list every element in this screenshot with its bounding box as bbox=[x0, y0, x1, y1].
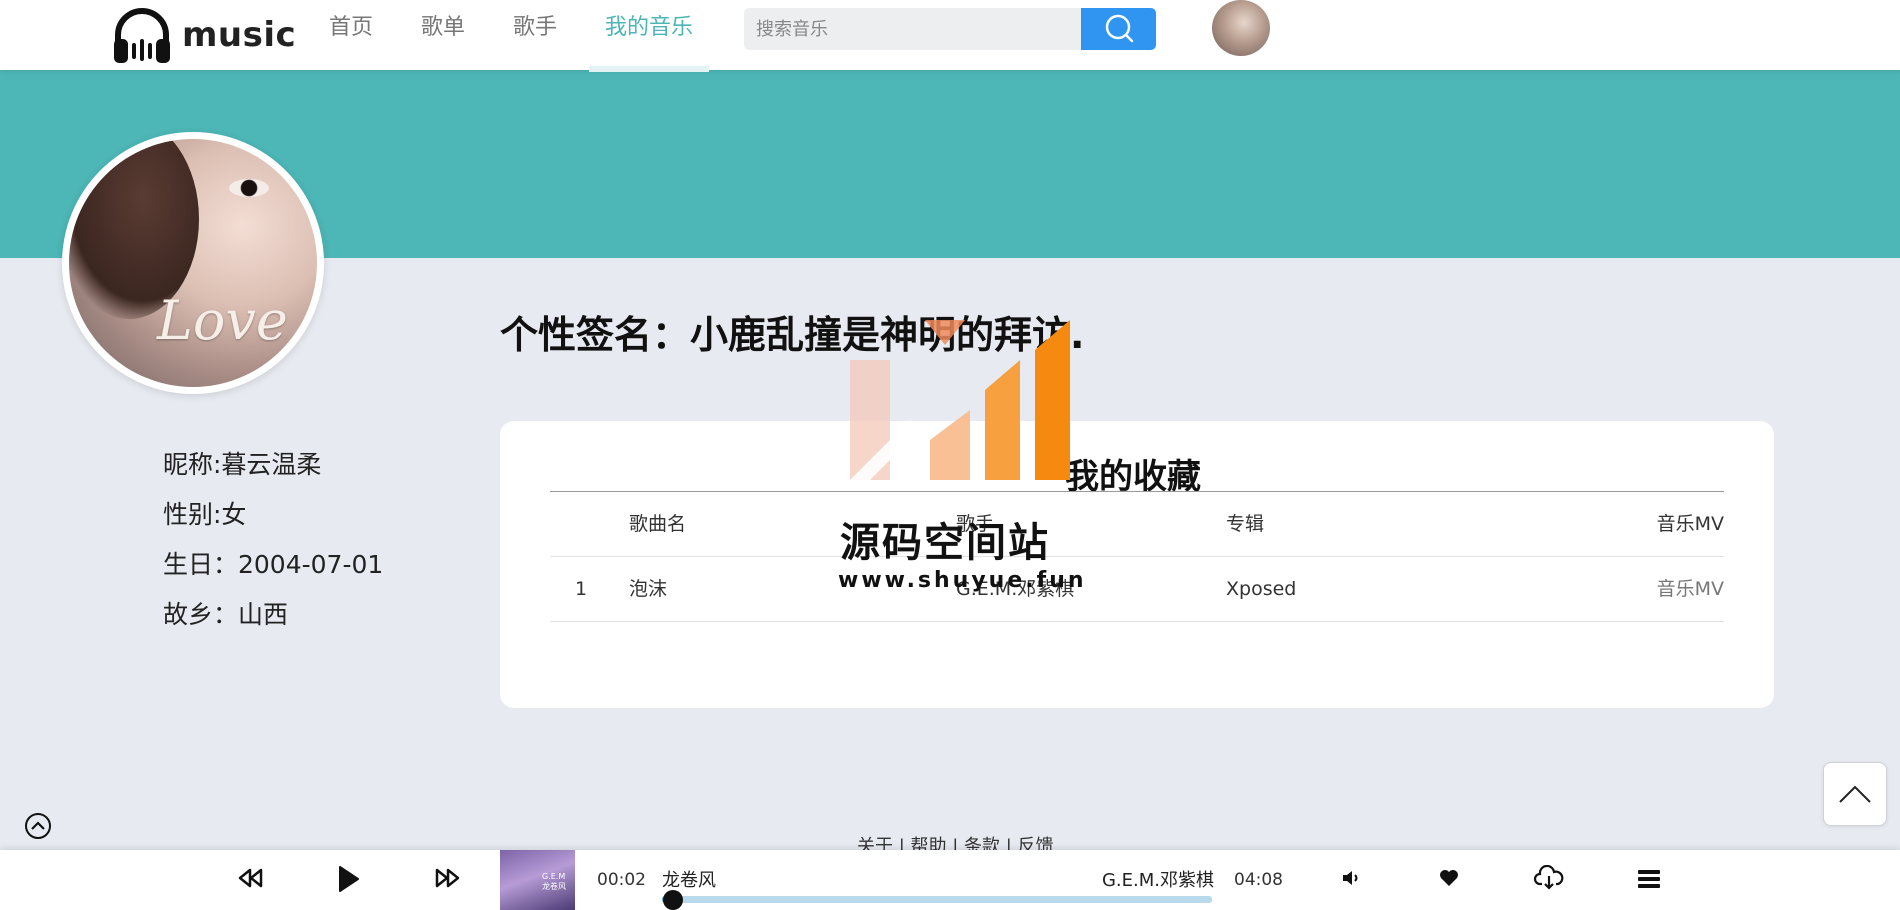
col-album: 专辑 bbox=[1226, 513, 1265, 535]
song-title: 龙卷风 bbox=[662, 870, 716, 891]
favorites-card: 我的收藏 歌曲名 歌手 专辑 音乐MV 1 泡沫 G.E.M.邓紫棋 Xpose… bbox=[500, 421, 1774, 708]
total-time: 04:08 bbox=[1234, 870, 1283, 890]
progress-handle[interactable] bbox=[663, 890, 683, 910]
volume-icon bbox=[1343, 871, 1358, 885]
scroll-up-button[interactable] bbox=[24, 812, 52, 844]
volume-button[interactable] bbox=[1340, 867, 1362, 889]
rewind-icon bbox=[238, 868, 263, 888]
nav-playlists[interactable]: 歌单 bbox=[397, 0, 489, 70]
playlist-button[interactable] bbox=[1637, 868, 1661, 890]
signature: 个性签名：小鹿乱撞是神明的拜访. bbox=[500, 313, 1085, 357]
music-player: G.E.M 龙卷风 00:02 龙卷风 G.E.M.邓紫棋 04:08 bbox=[0, 850, 1900, 910]
current-time: 00:02 bbox=[597, 870, 646, 890]
headphones-icon bbox=[114, 8, 170, 63]
profile-info: 昵称:暮云温柔 性别:女 生日：2004-07-01 故乡：山西 bbox=[163, 440, 383, 640]
search-button[interactable] bbox=[1081, 8, 1156, 50]
song-artist: G.E.M.邓紫棋 bbox=[1101, 870, 1214, 891]
progress-bar[interactable] bbox=[662, 890, 1212, 910]
col-song-name: 歌曲名 bbox=[629, 513, 687, 535]
fast-forward-icon bbox=[435, 868, 460, 888]
main-nav: 首页 歌单 歌手 我的音乐 bbox=[305, 0, 717, 72]
logo[interactable]: music bbox=[110, 0, 296, 70]
user-avatar[interactable] bbox=[1212, 0, 1270, 56]
profile-photo: Love bbox=[69, 139, 317, 387]
chevron-up-icon bbox=[1839, 785, 1871, 803]
logo-text: music bbox=[182, 15, 297, 55]
next-button[interactable] bbox=[434, 864, 462, 892]
back-to-top-button[interactable] bbox=[1823, 762, 1887, 826]
hometown: 故乡：山西 bbox=[163, 600, 289, 629]
table-header: 歌曲名 歌手 专辑 音乐MV bbox=[550, 492, 1724, 557]
nav-home[interactable]: 首页 bbox=[305, 0, 397, 70]
nav-singers[interactable]: 歌手 bbox=[489, 0, 581, 70]
profile-avatar: Love bbox=[62, 132, 324, 394]
row-album: Xposed bbox=[1226, 578, 1297, 600]
chevron-up-circle-icon bbox=[25, 813, 51, 839]
table-row[interactable]: 1 泡沫 G.E.M.邓紫棋 Xposed 音乐MV bbox=[550, 557, 1724, 622]
gender: 性别:女 bbox=[163, 500, 247, 529]
top-navbar: music 首页 歌单 歌手 我的音乐 bbox=[0, 0, 1900, 72]
row-song-name[interactable]: 泡沫 bbox=[629, 557, 667, 621]
previous-button[interactable] bbox=[236, 864, 264, 892]
row-artist[interactable]: G.E.M.邓紫棋 bbox=[956, 557, 1074, 621]
row-mv-link[interactable]: 音乐MV bbox=[1657, 557, 1724, 621]
cloud-download-icon bbox=[1534, 865, 1564, 890]
album-cover[interactable]: G.E.M 龙卷风 bbox=[500, 850, 575, 910]
download-button[interactable] bbox=[1534, 865, 1564, 891]
menu-icon bbox=[1638, 870, 1660, 888]
col-artist: 歌手 bbox=[956, 513, 995, 535]
album-cover-text: G.E.M 龙卷风 bbox=[542, 872, 566, 891]
like-button[interactable] bbox=[1438, 867, 1460, 889]
play-icon bbox=[339, 866, 359, 892]
play-button[interactable] bbox=[336, 864, 362, 894]
col-mv: 音乐MV bbox=[1656, 513, 1724, 535]
nickname: 昵称:暮云温柔 bbox=[163, 450, 322, 479]
birthday: 生日：2004-07-01 bbox=[163, 550, 384, 579]
heart-icon bbox=[1440, 870, 1458, 886]
search-icon bbox=[1105, 14, 1133, 43]
search-bar bbox=[744, 8, 1156, 50]
search-input[interactable] bbox=[744, 8, 1081, 50]
nav-my-music[interactable]: 我的音乐 bbox=[581, 0, 717, 72]
row-index: 1 bbox=[575, 578, 588, 600]
